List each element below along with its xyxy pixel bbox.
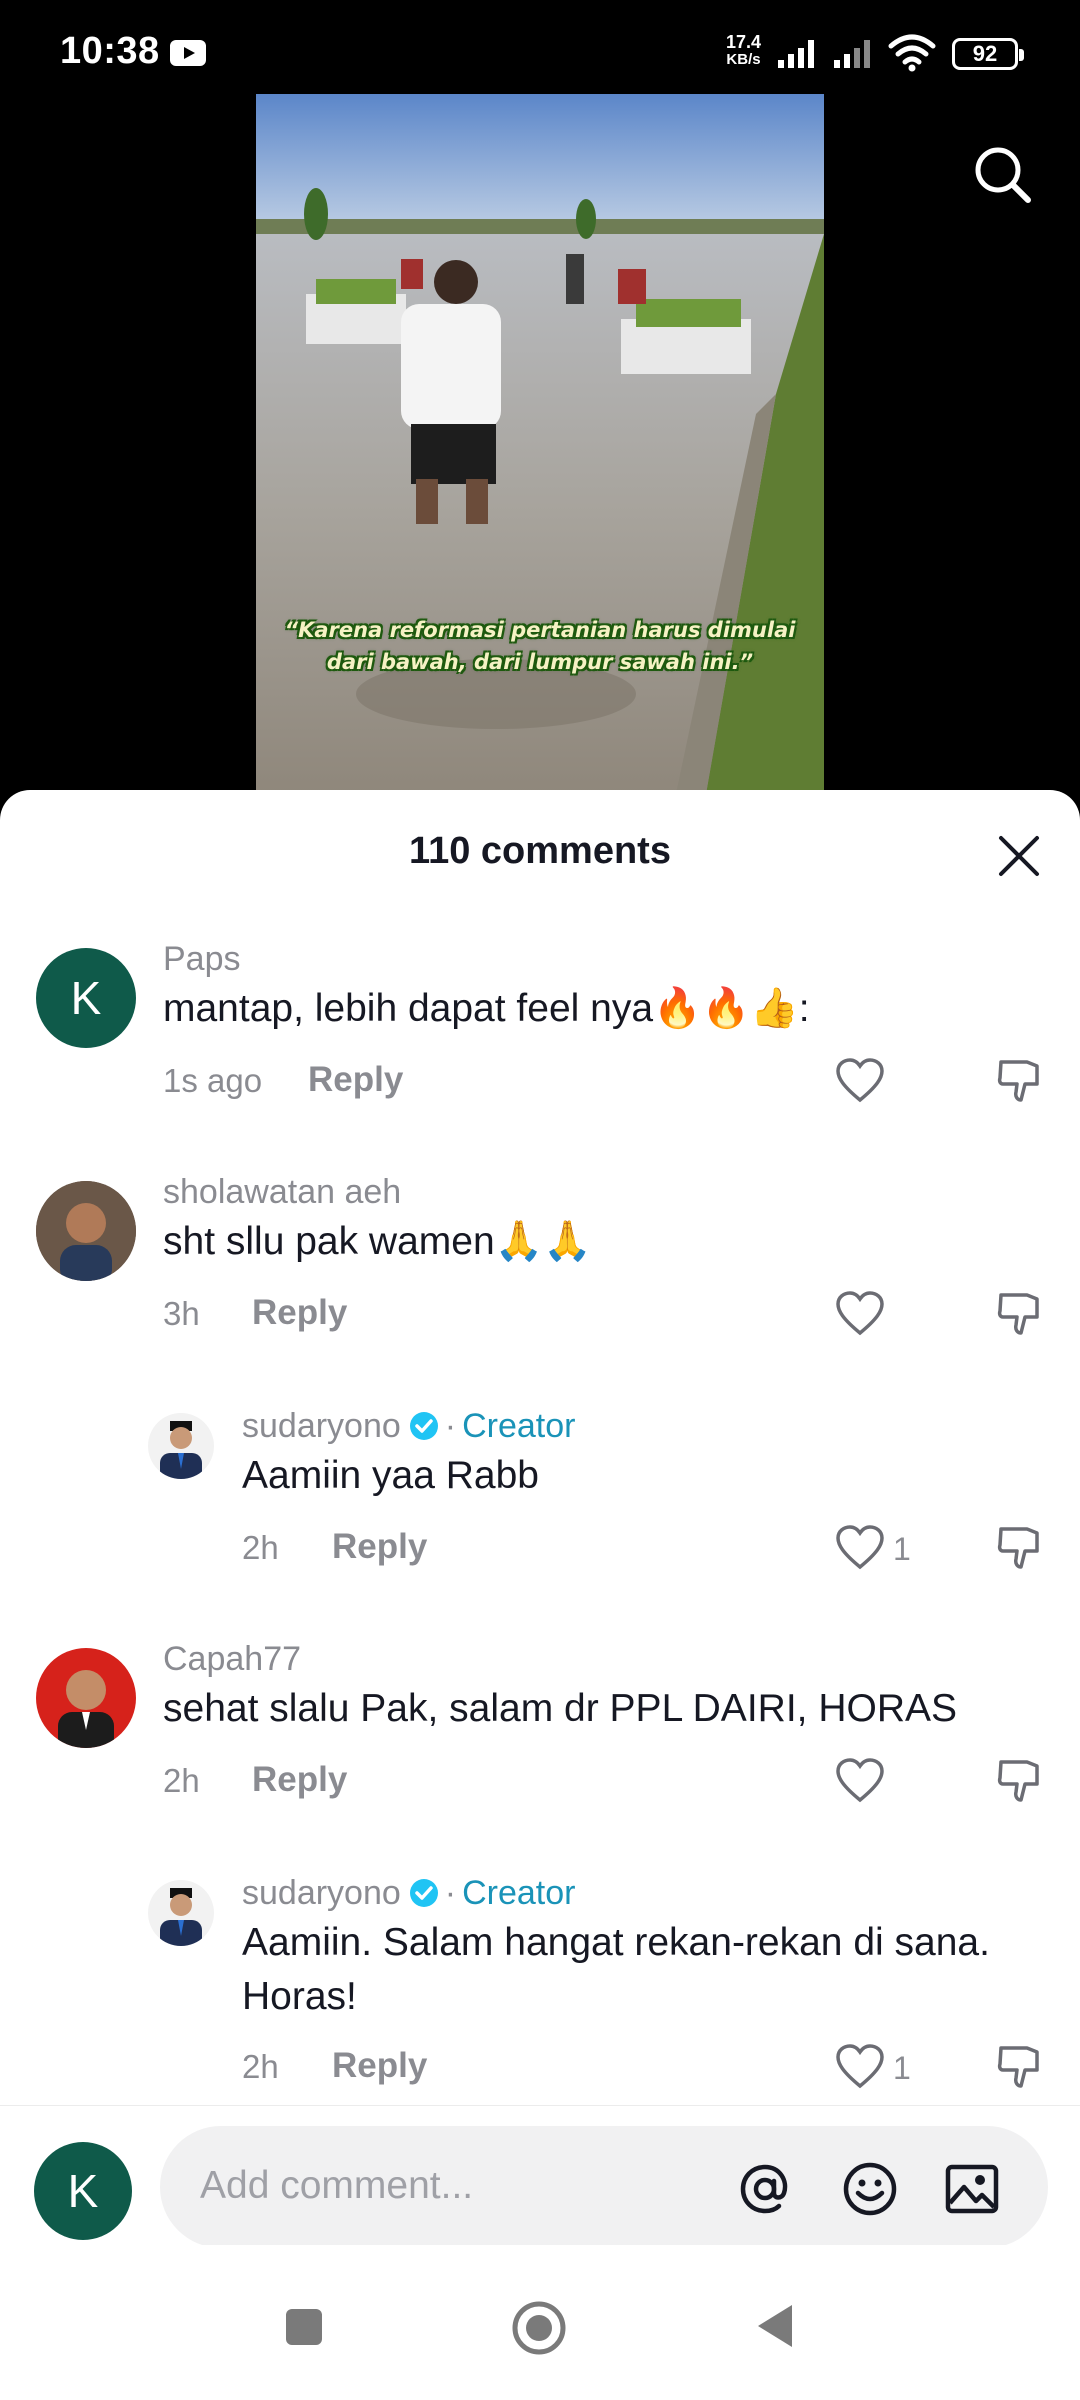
video-caption-line1: “Karena reformasi pertanian harus dimula…: [284, 618, 796, 642]
like-heart-icon[interactable]: [835, 1291, 885, 1337]
search-icon[interactable]: [970, 142, 1036, 208]
comment-time: 1s ago: [163, 1062, 263, 1099]
signal-icon: [778, 40, 814, 68]
avatar[interactable]: K: [36, 948, 136, 1048]
video-player[interactable]: “Karena reformasi pertanian harus dimula…: [256, 94, 824, 794]
creator-label: Creator: [462, 1407, 576, 1445]
image-icon[interactable]: [942, 2159, 1002, 2219]
reply-button[interactable]: Reply: [332, 1527, 427, 1567]
youtube-notification-icon: [170, 40, 206, 66]
reply-button[interactable]: Reply: [252, 1293, 347, 1333]
avatar-photo: [148, 1413, 214, 1479]
add-comment-input[interactable]: [200, 2158, 700, 2214]
comment-username[interactable]: sudaryono · Creator: [242, 1874, 575, 1913]
video-caption: “Karena reformasi pertanian harus dimula…: [276, 614, 804, 678]
comment-time: 3h: [163, 1295, 200, 1332]
comment-username[interactable]: Paps: [163, 940, 241, 979]
network-speed-value: 17.4: [726, 32, 762, 52]
dislike-icon[interactable]: [995, 1523, 1045, 1573]
avatar[interactable]: [36, 1648, 136, 1748]
reply-button[interactable]: Reply: [308, 1060, 403, 1100]
comment-time: 2h: [242, 1529, 279, 1566]
like-heart-icon[interactable]: [835, 1758, 885, 1804]
creator-username[interactable]: sudaryono: [242, 1407, 401, 1445]
video-caption-line2: dari bawah, dari lumpur sawah ini.”: [326, 650, 754, 674]
avatar-photo: [36, 1648, 136, 1748]
comment-username[interactable]: sudaryono · Creator: [242, 1407, 575, 1446]
verified-badge-icon: [409, 1412, 438, 1440]
comment-text: Aamiin yaa Rabb: [242, 1454, 539, 1497]
comment-text: sehat slalu Pak, salam dr PPL DAIRI, HOR…: [163, 1687, 958, 1730]
wifi-icon: [888, 34, 936, 72]
comment-username[interactable]: sholawatan aeh: [163, 1173, 401, 1212]
comment-text: mantap, lebih dapat feel nya🔥🔥👍:: [163, 987, 810, 1030]
comment-time: 2h: [163, 1762, 200, 1799]
avatar-photo: [148, 1880, 214, 1946]
like-heart-icon[interactable]: [835, 2044, 885, 2090]
status-bar: 10:38 17.4 KB/s 92: [0, 0, 1080, 95]
comment-item: sholawatan aeh sht sllu pak wamen🙏🙏 3h R…: [0, 1173, 1080, 1373]
comment-text-line2: Horas!: [242, 1975, 357, 2018]
network-speed-unit: KB/s: [726, 51, 761, 68]
reply-button[interactable]: Reply: [332, 2046, 427, 2086]
home-icon[interactable]: [511, 2300, 567, 2356]
reply-item: sudaryono · Creator Aamiin yaa Rabb 2h Rep…: [0, 1407, 1080, 1607]
comment-item: K Paps mantap, lebih dapat feel nya🔥🔥👍: …: [0, 940, 1080, 1140]
like-count: 1: [893, 2050, 911, 2086]
status-time: 10:38: [60, 30, 160, 72]
back-icon[interactable]: [752, 2301, 796, 2351]
comment-text: sht sllu pak wamen🙏🙏: [163, 1220, 592, 1263]
battery-icon: 92: [952, 38, 1024, 70]
close-icon[interactable]: [995, 832, 1043, 880]
creator-label: Creator: [462, 1874, 576, 1912]
comments-count-title: 110 comments: [409, 830, 671, 872]
creator-avatar[interactable]: [148, 1413, 214, 1479]
comment-text-line1: Aamiin. Salam hangat rekan-rekan di sana…: [242, 1921, 990, 1964]
emoji-icon[interactable]: [840, 2159, 900, 2219]
video-frame: [256, 94, 824, 794]
dislike-icon[interactable]: [995, 2042, 1045, 2092]
like-count: 1: [893, 1531, 911, 1567]
comment-input-bar: K: [0, 2105, 1080, 2248]
comment-username[interactable]: Capah77: [163, 1640, 301, 1679]
recent-apps-icon[interactable]: [282, 2305, 326, 2349]
separator-dot: ·: [444, 1874, 457, 1912]
comment-item: Capah77 sehat slalu Pak, salam dr PPL DA…: [0, 1640, 1080, 1840]
verified-badge-icon: [409, 1879, 438, 1907]
my-avatar[interactable]: K: [34, 2142, 132, 2240]
dislike-icon[interactable]: [995, 1056, 1045, 1106]
avatar-photo: [36, 1181, 136, 1281]
comment-time: 2h: [242, 2048, 279, 2085]
dislike-icon[interactable]: [995, 1289, 1045, 1339]
creator-username[interactable]: sudaryono: [242, 1874, 401, 1912]
comment-input-container[interactable]: [160, 2126, 1048, 2248]
mention-icon[interactable]: [735, 2159, 795, 2219]
comment-text: Aamiin. Salam hangat rekan-rekan di sana…: [242, 1916, 990, 2024]
signal-icon-2: [834, 40, 870, 68]
like-heart-icon[interactable]: [835, 1058, 885, 1104]
system-navigation-bar: [0, 2245, 1080, 2400]
reply-button[interactable]: Reply: [252, 1760, 347, 1800]
network-speed: 17.4 KB/s: [726, 32, 762, 68]
dislike-icon[interactable]: [995, 1756, 1045, 1806]
creator-avatar[interactable]: [148, 1880, 214, 1946]
reply-item: sudaryono · Creator Aamiin. Salam hangat r…: [0, 1874, 1080, 2114]
like-heart-icon[interactable]: [835, 1525, 885, 1571]
avatar[interactable]: [36, 1181, 136, 1281]
separator-dot: ·: [444, 1407, 457, 1445]
